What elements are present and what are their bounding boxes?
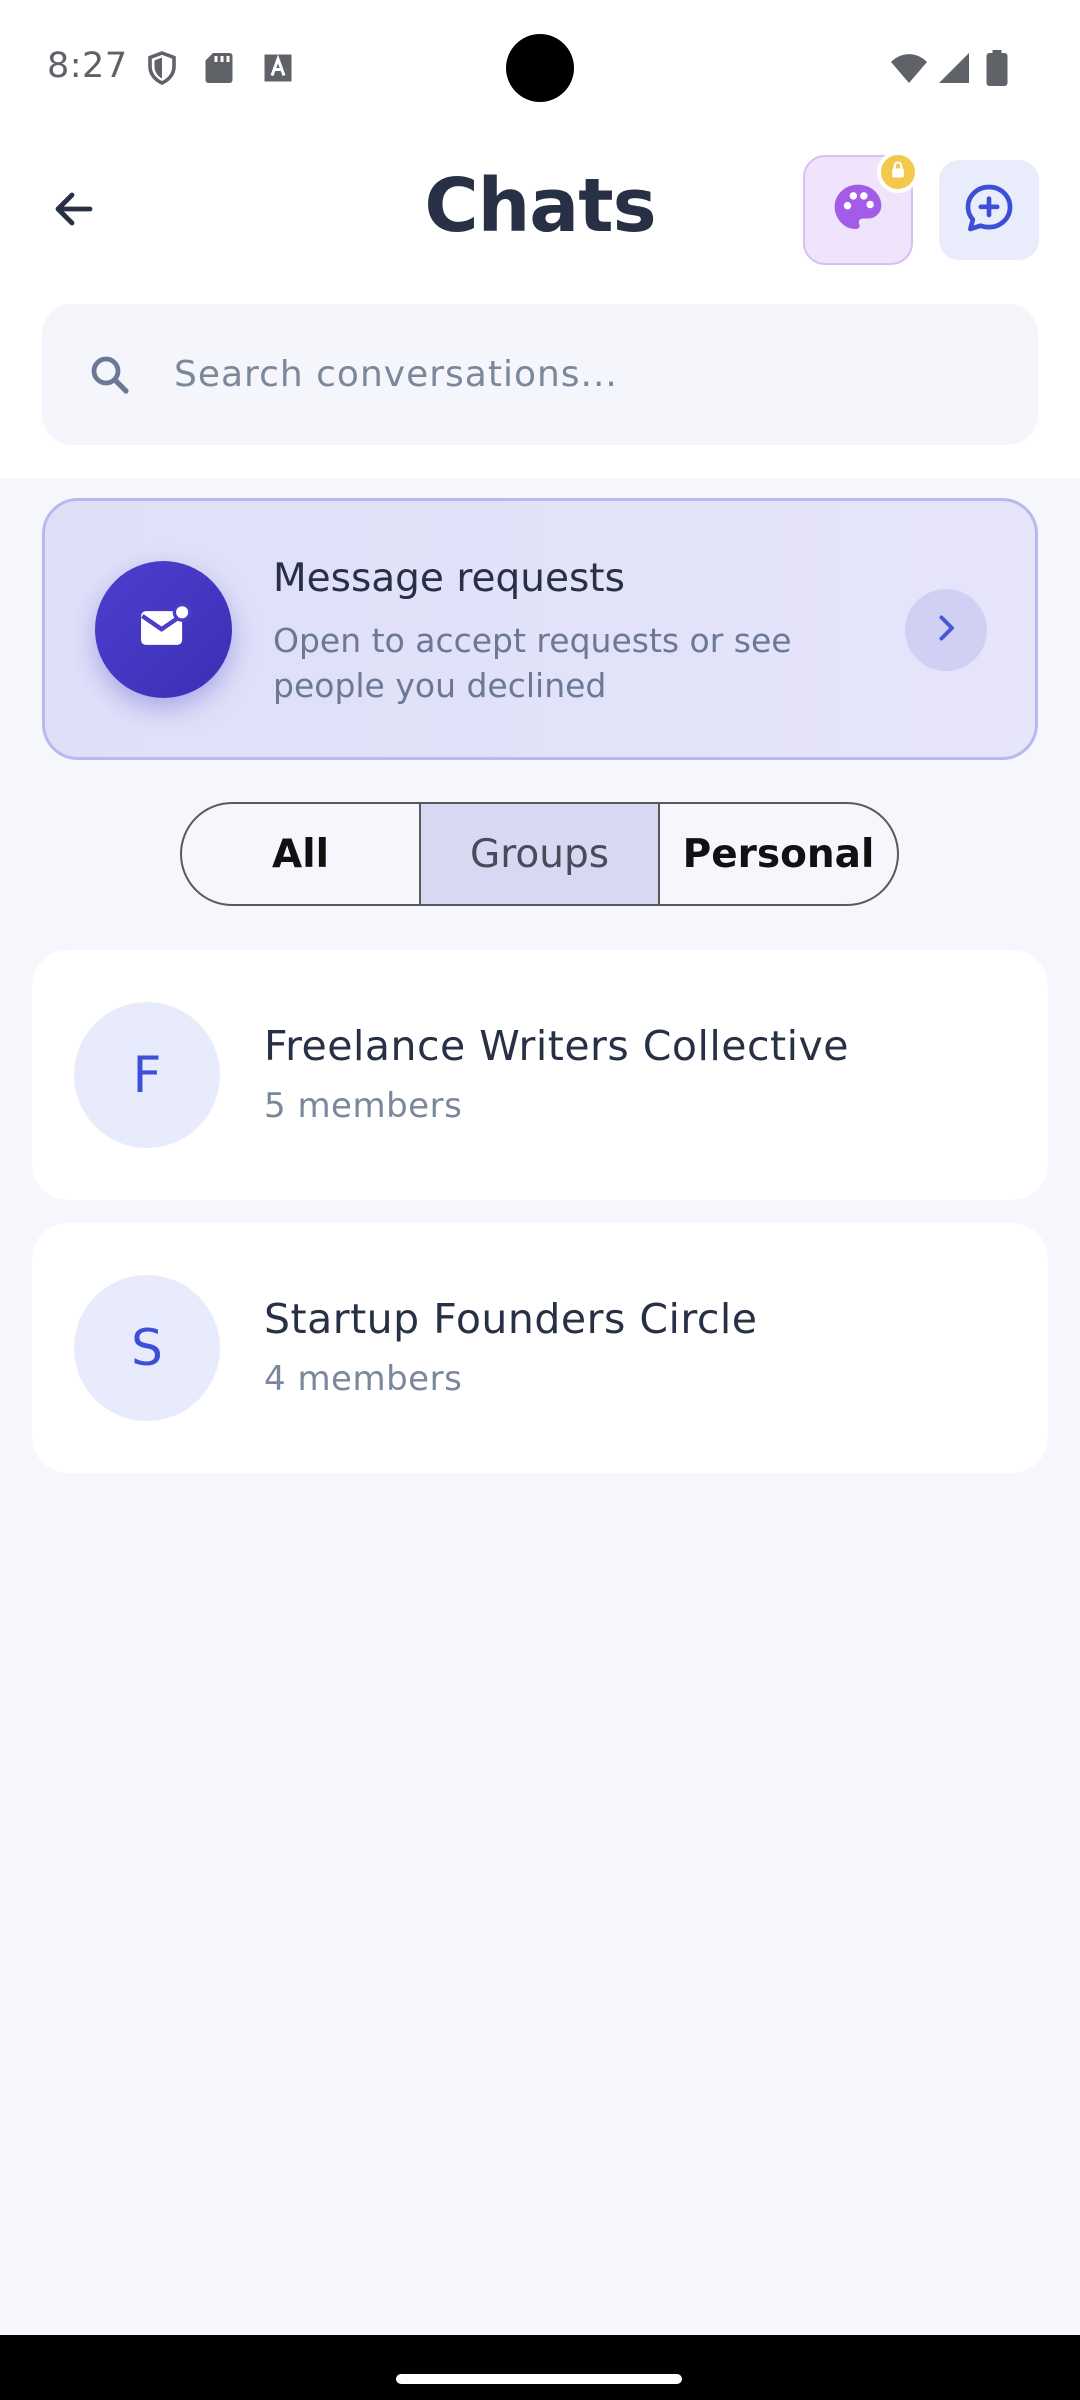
lock-badge <box>877 151 919 193</box>
member-count: 4 members <box>264 1359 463 1399</box>
filter-tabs: All Groups Personal <box>180 802 899 906</box>
requests-title: Message requests <box>273 556 625 601</box>
message-requests-card[interactable]: Message requests Open to accept requests… <box>42 498 1038 760</box>
wifi-icon <box>889 50 927 86</box>
home-indicator[interactable] <box>396 2374 682 2384</box>
tab-groups[interactable]: Groups <box>419 804 658 904</box>
header: Chats <box>0 135 1080 478</box>
status-time: 8:27 <box>47 46 128 86</box>
font-icon <box>260 50 296 86</box>
avatar: F <box>74 1002 220 1148</box>
chevron-right-icon <box>928 610 964 650</box>
envelope-icon <box>135 599 193 661</box>
new-chat-button[interactable] <box>939 160 1039 260</box>
theme-button[interactable] <box>803 151 919 265</box>
palette-icon <box>830 180 886 240</box>
list-item[interactable]: S Startup Founders Circle 4 members <box>32 1223 1048 1473</box>
member-count: 5 members <box>264 1086 463 1126</box>
requests-avatar <box>95 561 232 698</box>
group-name: Freelance Writers Collective <box>264 1022 850 1070</box>
navigation-bar <box>0 2335 1080 2400</box>
list-item[interactable]: F Freelance Writers Collective 5 members <box>32 950 1048 1200</box>
sd-card-icon <box>201 50 237 86</box>
search-icon <box>84 349 136 401</box>
chats-screen: 8:27 Chats Search conversations... Messa… <box>0 0 1080 2400</box>
requests-subtitle: Open to accept requests or see people yo… <box>273 621 792 705</box>
search-bar[interactable] <box>42 304 1038 445</box>
shield-icon <box>144 50 180 86</box>
group-name: Startup Founders Circle <box>264 1295 758 1343</box>
signal-icon <box>936 50 972 86</box>
message-plus-icon <box>961 180 1017 240</box>
avatar: S <box>74 1275 220 1421</box>
front-camera <box>506 34 574 102</box>
status-bar: 8:27 <box>0 0 1080 135</box>
requests-open-button[interactable] <box>905 589 987 671</box>
lock-icon <box>888 160 908 184</box>
tab-all[interactable]: All <box>182 804 419 904</box>
search-input[interactable] <box>174 354 974 395</box>
battery-icon <box>982 50 1018 86</box>
tab-personal[interactable]: Personal <box>658 804 897 904</box>
